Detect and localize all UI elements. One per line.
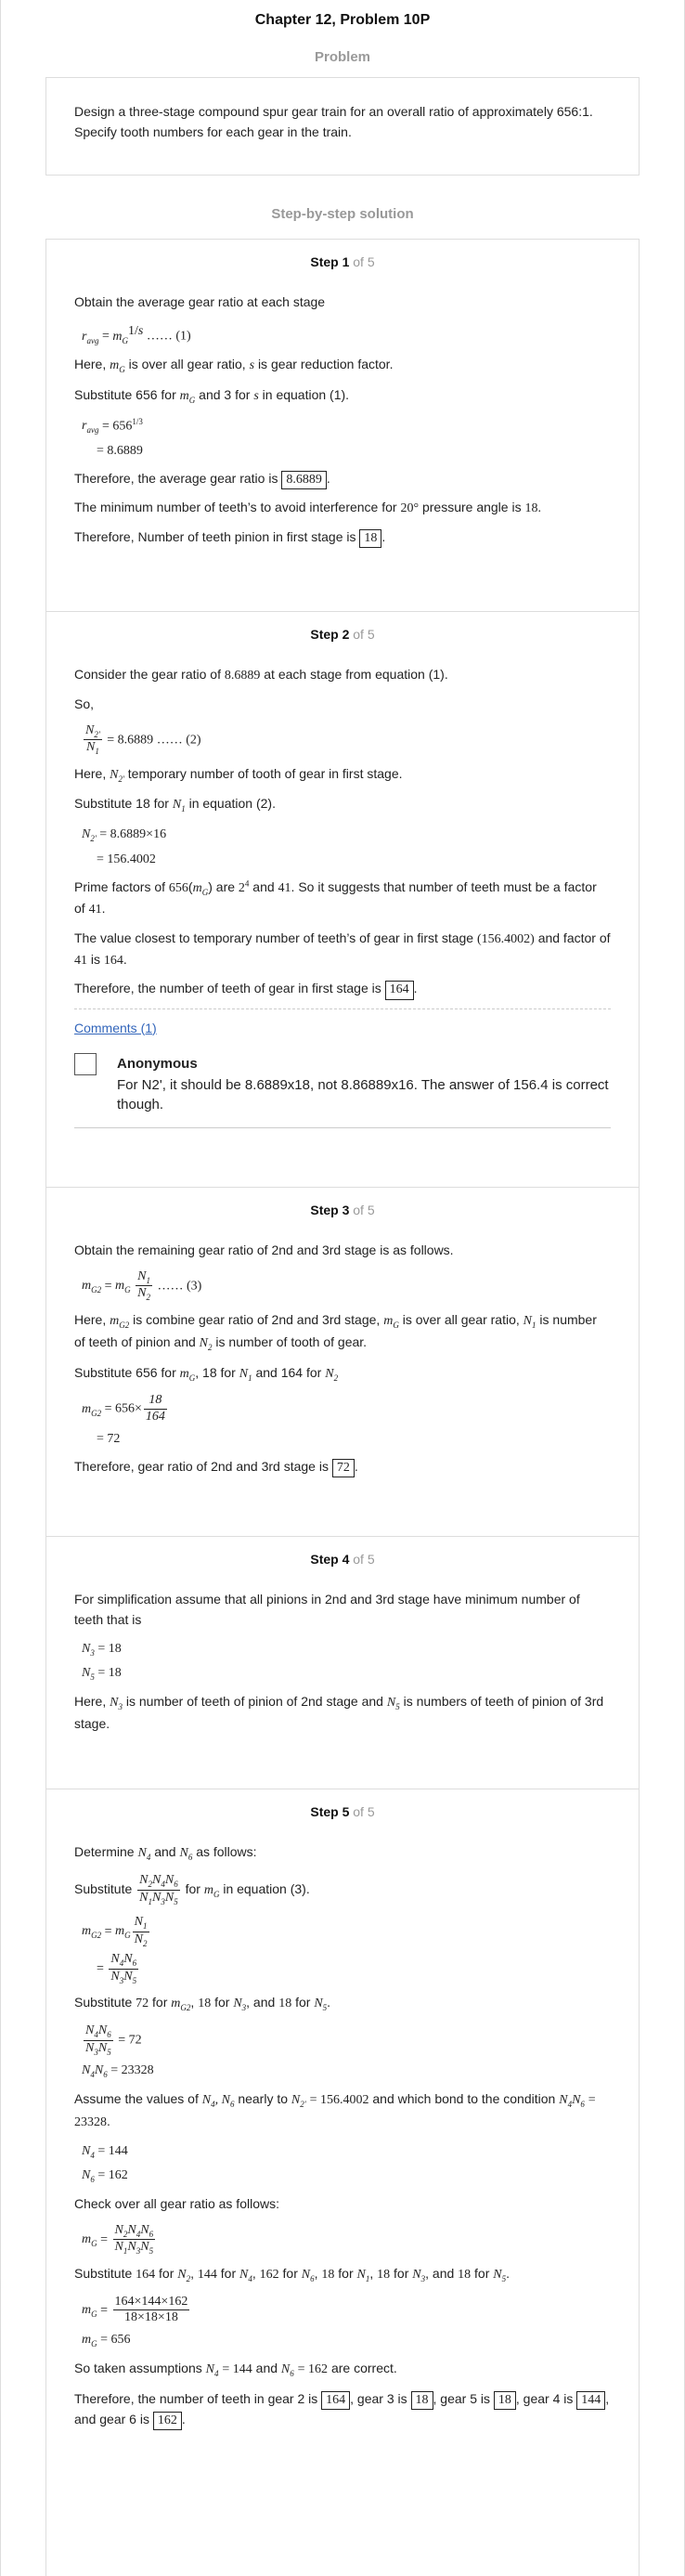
step-4-title: Step 4 of 5 xyxy=(310,1551,375,1567)
step-2: Step 2 of 5 Consider the gear ratio of 8… xyxy=(46,610,639,1187)
gear-6-answer: 162 xyxy=(152,2411,182,2431)
step-1-intro: Obtain the average gear ratio at each st… xyxy=(74,294,326,310)
step-2-closest: The value closest to temporary number of… xyxy=(74,930,611,968)
equation-3-calc: mG2 = 656× 18 164 = 72 xyxy=(82,1393,167,1446)
equation-3: mG2 = mG N1 N2 …… (3) xyxy=(82,1268,202,1303)
step-3-here: Here, mG2 is combine gear ratio of 2nd a… xyxy=(74,1312,597,1352)
step-2-substitute: Substitute 18 for N1 in equation (2). xyxy=(74,796,276,814)
problem-text: Design a three-stage compound spur gear … xyxy=(74,104,593,139)
step-3-substitute: Substitute 656 for mG, 18 for N1 and 164… xyxy=(74,1364,339,1383)
step-4: Step 4 of 5 For simplification assume th… xyxy=(46,1535,639,1789)
equation-2-calc: N2' = 8.6889×16 = 156.4002 xyxy=(82,827,167,866)
chapter-title: Chapter 12, Problem 10P xyxy=(254,12,431,28)
comments-separator xyxy=(74,1008,611,1009)
step-1-title: Step 1 of 5 xyxy=(310,254,375,269)
step-5-check: Check over all gear ratio as follows: xyxy=(74,2196,279,2212)
problem-card: Design a three-stage compound spur gear … xyxy=(45,77,640,176)
step-5-substitute-1: Substitute N2N4N6 N1N3N5 for mG in equati… xyxy=(74,1872,310,1906)
comments-link[interactable]: Comments (1) xyxy=(74,1019,157,1039)
gear-5-answer: 18 xyxy=(493,2390,516,2410)
equation-2: N2' N1 = 8.6889 …… (2) xyxy=(84,722,201,756)
equation-5-e: mG = 164×144×162 18×18×18 mG = 656 xyxy=(82,2294,190,2349)
step-3-conclusion: Therefore, gear ratio of 2nd and 3rd sta… xyxy=(74,1457,611,1477)
step-5-correct: So taken assumptions N4 = 144 and N6 = 1… xyxy=(74,2360,397,2378)
comment-author: Anonymous xyxy=(117,1056,198,1073)
step-1: Step 1 of 5 Obtain the average gear rati… xyxy=(46,240,639,611)
gear-3-answer: 18 xyxy=(410,2390,433,2410)
equation-5-c: N4 = 144 N6 = 162 xyxy=(82,2143,128,2185)
step-5-title: Step 5 of 5 xyxy=(310,1803,375,1819)
step-1-here: Here, mG is over all gear ratio, s is ge… xyxy=(74,357,394,375)
equation-5-a: mG2 = mG N1 N2 = N4N6 N3N5 xyxy=(82,1915,149,1985)
step-2-intro: Consider the gear ratio of 8.6889 at eac… xyxy=(74,667,448,683)
comment: Anonymous For N2', it should be 8.6889x1… xyxy=(74,1053,611,1128)
step-2-conclusion: Therefore, the number of teeth of gear i… xyxy=(74,979,611,1000)
solution-heading: Step-by-step solution xyxy=(271,206,414,223)
step-1-conclusion: Therefore, the average gear ratio is 8.6… xyxy=(74,469,611,489)
step-5: Step 5 of 5 Determine N4 and N6 as follo… xyxy=(46,1788,639,2576)
step-2-prime: Prime factors of 656(mG) are 24 and 41. … xyxy=(74,878,597,917)
gear-4-answer: 144 xyxy=(576,2390,606,2410)
step-5-substitute-3: Substitute 164 for N2, 144 for N4, 162 f… xyxy=(74,2265,511,2283)
step-1-pinion-answer: 18 xyxy=(359,528,382,548)
step-1-answer: 8.6889 xyxy=(281,470,327,489)
equation-5-b: N4N6 N3N5 = 72 N4N6 = 23328 xyxy=(82,2023,154,2080)
step-3-answer: 72 xyxy=(331,1458,355,1477)
step-1-pinion: Therefore, Number of teeth pinion in fir… xyxy=(74,527,611,548)
step-5-assume: Assume the values of N4, N6 nearly to N2… xyxy=(74,2091,596,2129)
step-5-substitute-2: Substitute 72 for mG2, 18 for N3, and 18… xyxy=(74,1995,331,2013)
step-1-min-teeth: The minimum number of teeth’s to avoid i… xyxy=(74,500,541,515)
step-2-so: So, xyxy=(74,696,95,711)
step-5-final: Therefore, the number of teeth in gear 2… xyxy=(74,2389,611,2431)
steps-container: Step 1 of 5 Obtain the average gear rati… xyxy=(45,238,640,2576)
equation-4: N3 = 18 N5 = 18 xyxy=(82,1641,122,1683)
step-2-title: Step 2 of 5 xyxy=(310,626,375,642)
problem-heading: Problem xyxy=(314,49,370,65)
page: Chapter 12, Problem 10P Problem Design a… xyxy=(0,0,685,2576)
step-3-title: Step 3 of 5 xyxy=(310,1202,375,1217)
step-2-answer: 164 xyxy=(384,981,414,1000)
step-3-intro: Obtain the remaining gear ratio of 2nd a… xyxy=(74,1242,454,1258)
step-2-here: Here, N2' temporary number of tooth of g… xyxy=(74,765,403,784)
equation-1: ravg = mG1/s …… (1) xyxy=(82,323,191,345)
step-3: Step 3 of 5 Obtain the remaining gear ra… xyxy=(46,1186,639,1536)
comment-text: For N2', it should be 8.6889x18, not 8.8… xyxy=(117,1076,609,1112)
avatar xyxy=(74,1053,97,1076)
step-5-determine: Determine N4 and N6 as follows: xyxy=(74,1844,257,1862)
equation-5-d: mG = N2N4N6 N1N3N5 xyxy=(82,2222,156,2257)
equation-1-calc: ravg = 6561/3 = 8.6889 xyxy=(82,416,143,459)
step-4-intro: For simplification assume that all pinio… xyxy=(74,1592,580,1627)
step-1-substitute: Substitute 656 for mG and 3 for s in equ… xyxy=(74,387,350,405)
gear-2-answer: 164 xyxy=(321,2390,351,2410)
step-4-here: Here, N3 is number of teeth of pinion of… xyxy=(74,1694,604,1731)
